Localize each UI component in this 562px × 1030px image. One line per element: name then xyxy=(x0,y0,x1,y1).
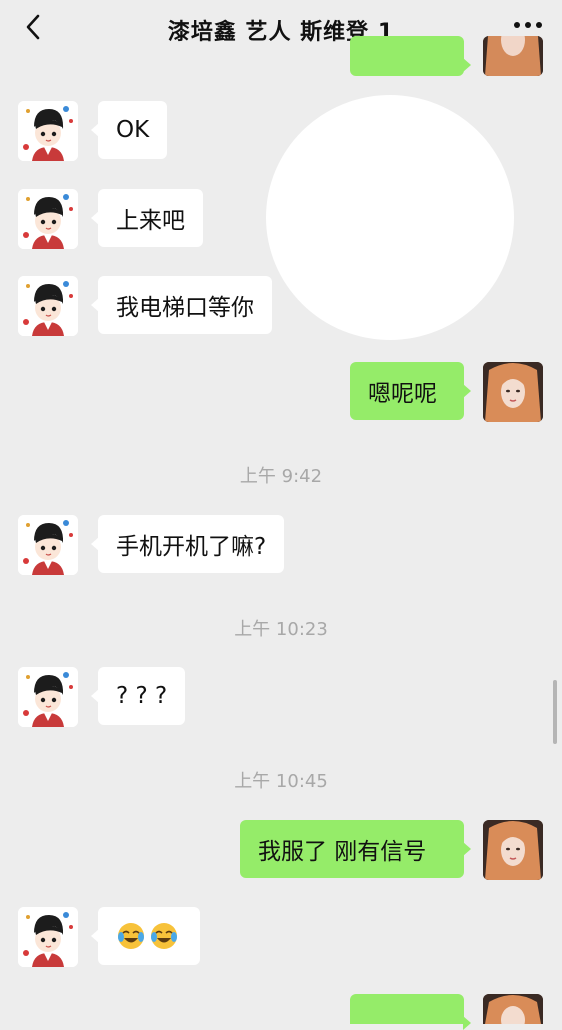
message-bubble[interactable] xyxy=(91,907,200,965)
message-text: 我服了 刚有信号 xyxy=(258,839,427,865)
avatar-contact[interactable] xyxy=(18,101,78,161)
cartoon-boy-avatar-icon xyxy=(18,667,78,727)
avatar-contact[interactable] xyxy=(18,667,78,727)
message-bubble-partial[interactable] xyxy=(350,994,471,1030)
message-bubble[interactable]: OK xyxy=(90,101,168,159)
user-photo-avatar-icon xyxy=(483,820,543,880)
crying-laughing-emoji-icon xyxy=(151,923,177,949)
message-bubble[interactable]: 我服了 刚有信号 xyxy=(240,820,471,878)
avatar-me-partial[interactable] xyxy=(483,36,543,76)
user-photo-avatar-icon xyxy=(483,362,543,422)
message-bubble[interactable]: 手机开机了嘛? xyxy=(90,515,285,573)
avatar-contact[interactable] xyxy=(18,276,78,336)
message-bubble[interactable]: 上来吧 xyxy=(91,189,203,247)
timestamp: 上午 10:23 xyxy=(234,619,328,640)
avatar-contact[interactable] xyxy=(18,515,78,575)
chat-title: 漆培鑫 艺人 斯维登 1 xyxy=(167,20,395,45)
message-bubble[interactable]: ? ? ? xyxy=(90,667,186,725)
message-bubble[interactable]: 我电梯口等你 xyxy=(91,276,272,334)
cartoon-boy-avatar-icon xyxy=(18,515,78,575)
message-text: ? ? ? xyxy=(116,683,168,709)
message-text: 手机开机了嘛? xyxy=(116,534,267,560)
avatar-contact[interactable] xyxy=(18,907,78,967)
message-text: 上来吧 xyxy=(116,208,185,234)
redaction-overlay xyxy=(266,95,514,340)
cartoon-boy-avatar-icon xyxy=(18,907,78,967)
message-bubble-partial[interactable] xyxy=(350,36,471,76)
message-text: 嗯呢呢 xyxy=(368,381,437,407)
avatar-contact[interactable] xyxy=(18,189,78,249)
timestamp: 上午 10:45 xyxy=(234,771,328,792)
avatar-me[interactable] xyxy=(483,362,543,422)
timestamp: 上午 9:42 xyxy=(239,466,323,487)
avatar-me-partial[interactable] xyxy=(483,994,543,1024)
message-bubble[interactable]: 嗯呢呢 xyxy=(350,362,471,420)
crying-laughing-emoji-icon xyxy=(118,923,144,949)
scrollbar[interactable] xyxy=(553,680,557,744)
cartoon-boy-avatar-icon xyxy=(18,189,78,249)
cartoon-boy-avatar-icon xyxy=(18,276,78,336)
chat-header: 漆培鑫 艺人 斯维登 1 xyxy=(0,0,562,56)
avatar-me[interactable] xyxy=(483,820,543,880)
message-text: OK xyxy=(116,117,150,143)
cartoon-boy-avatar-icon xyxy=(18,101,78,161)
message-text: 我电梯口等你 xyxy=(116,295,254,321)
ellipsis-icon xyxy=(514,22,542,28)
